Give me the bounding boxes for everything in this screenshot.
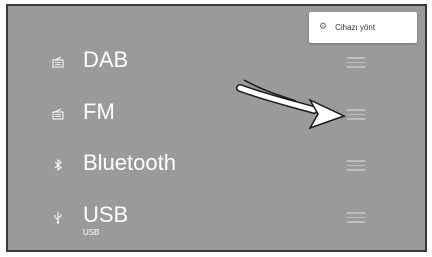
bluetooth-icon [50, 157, 66, 173]
source-sublabel-usb: USB [83, 228, 100, 237]
source-label-bluetooth: Bluetooth [83, 150, 176, 175]
reorder-handle-icon[interactable] [347, 160, 365, 171]
reorder-handle-icon[interactable] [347, 212, 365, 223]
radio-icon [50, 54, 66, 70]
reorder-handle-icon[interactable] [347, 109, 365, 120]
usb-icon [50, 209, 66, 225]
source-row-fm[interactable]: FM [8, 91, 425, 137]
source-label-dab: DAB [83, 47, 129, 72]
source-label-fm: FM [83, 99, 115, 124]
manage-device-label: Cihazı yönt [335, 23, 376, 32]
gear-icon: ⚙ [319, 22, 328, 32]
reorder-handle-icon[interactable] [347, 57, 365, 68]
source-label-usb: USB [83, 202, 129, 227]
audio-source-screen: ⚙ Cihazı yönt DAB FM Bluetooth USB USB [6, 4, 427, 252]
source-row-dab[interactable]: DAB [8, 39, 425, 85]
radio-icon [50, 106, 66, 122]
source-row-usb[interactable]: USB USB [8, 194, 425, 240]
source-row-bluetooth[interactable]: Bluetooth [8, 142, 425, 188]
